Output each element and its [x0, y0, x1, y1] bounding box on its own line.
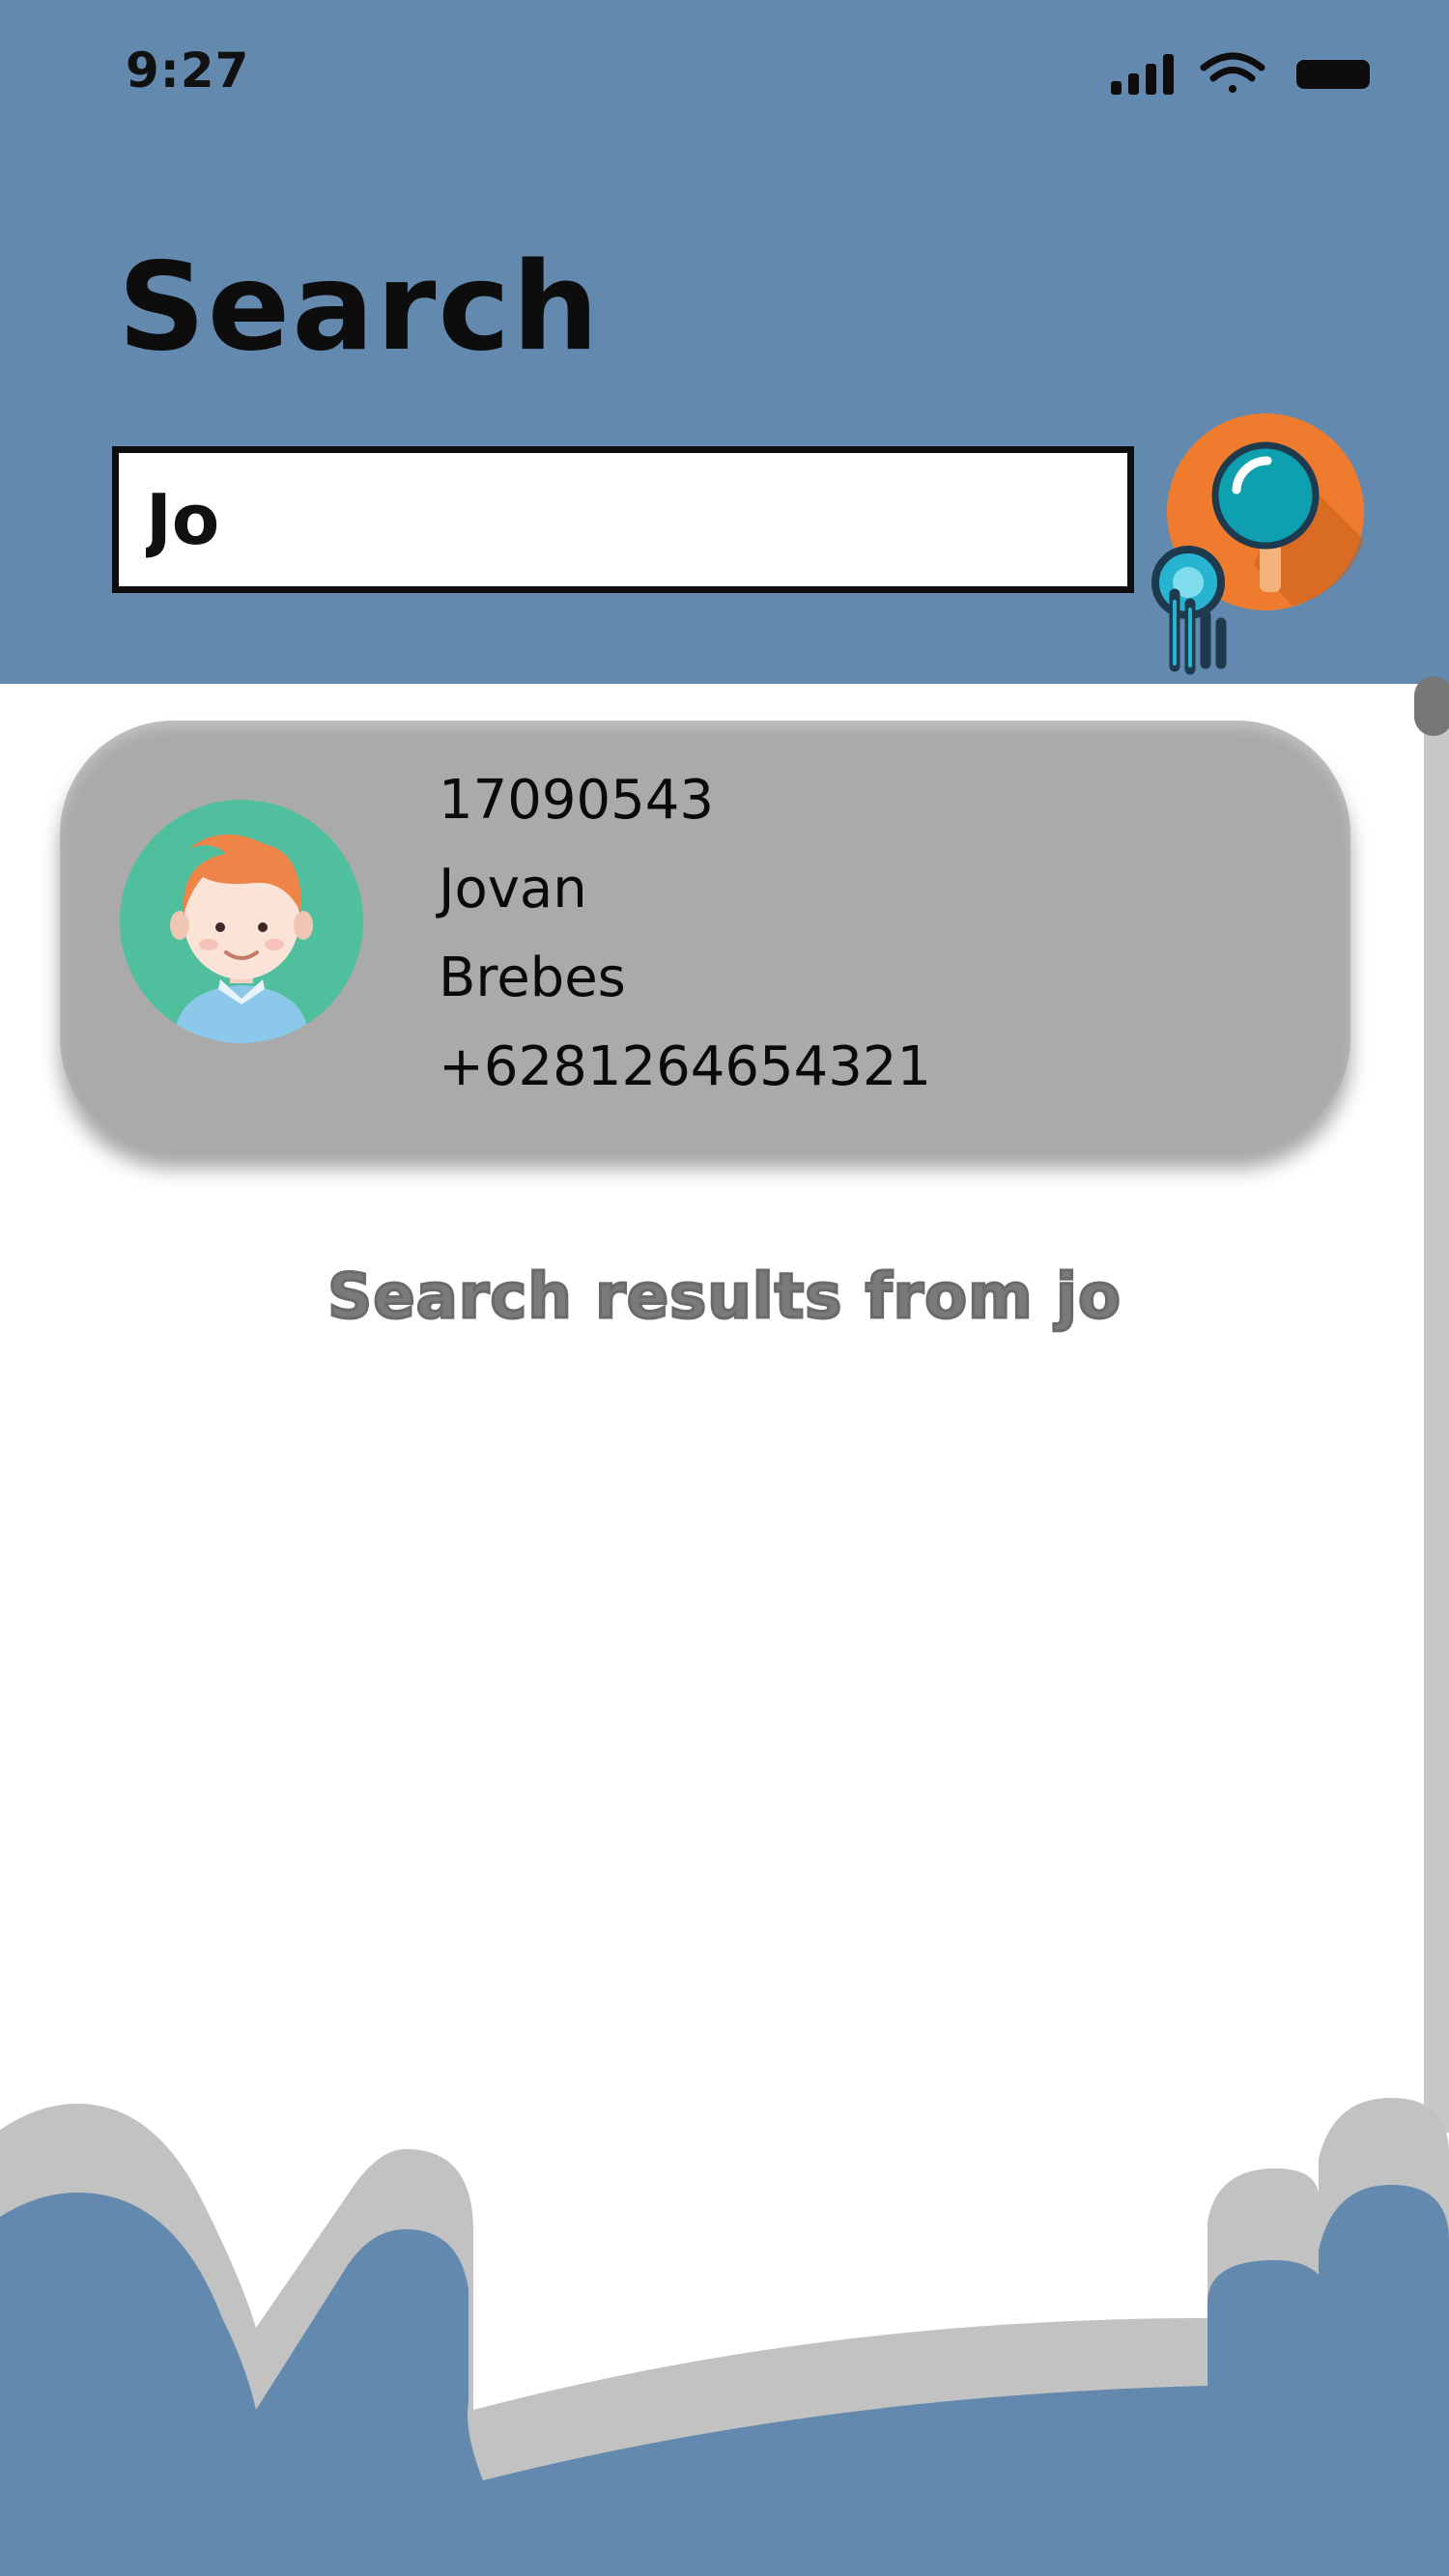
- pointer-hand-icon: [1151, 546, 1227, 675]
- wifi-icon: [1200, 52, 1265, 93]
- search-box[interactable]: [112, 446, 1134, 593]
- signal-icon: [1111, 54, 1174, 95]
- result-name: Jovan: [439, 858, 587, 920]
- search-input[interactable]: [146, 463, 1093, 577]
- results-caption: Search results from jo: [327, 1260, 1122, 1335]
- status-icons: [1111, 52, 1370, 95]
- header: 9:27 Search: [0, 0, 1449, 684]
- search-button[interactable]: [1148, 410, 1370, 681]
- battery-icon: [1296, 60, 1370, 89]
- avatar: [120, 800, 363, 1043]
- status-time: 9:27: [126, 42, 250, 99]
- bottom-wave-decoration: [0, 2098, 1449, 2576]
- result-card[interactable]: 17090543 Jovan Brebes +6281264654321: [60, 721, 1350, 1151]
- scrollbar-track[interactable]: [1424, 684, 1449, 2133]
- result-phone: +6281264654321: [439, 1035, 932, 1098]
- scrollbar-thumb[interactable]: [1414, 676, 1449, 736]
- result-city: Brebes: [439, 947, 626, 1009]
- page-title: Search: [118, 236, 601, 378]
- result-id: 17090543: [439, 769, 715, 832]
